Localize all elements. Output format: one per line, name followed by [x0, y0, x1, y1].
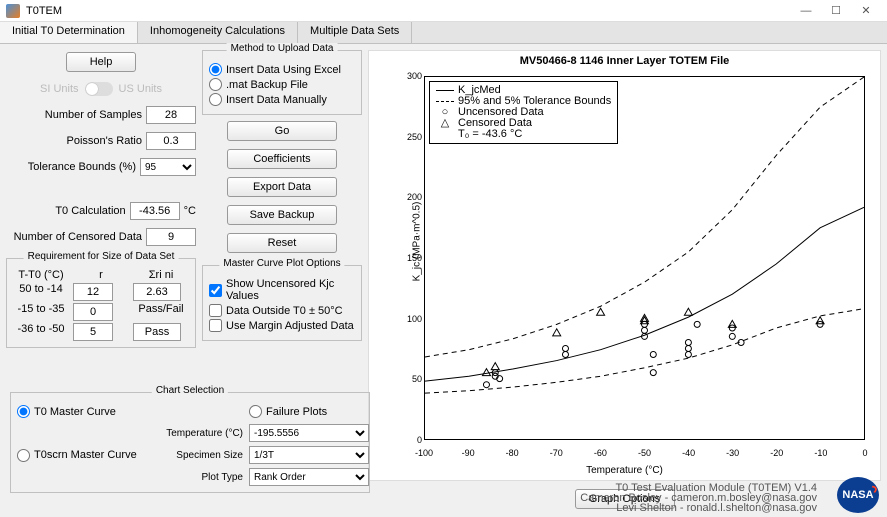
req-r1c2: Pass/Fail [133, 303, 189, 321]
mcopt-title: Master Curve Plot Options [219, 258, 344, 269]
req-r0c2[interactable] [133, 283, 181, 301]
t0-calc-label: T0 Calculation [6, 205, 126, 217]
req-r0c1[interactable] [73, 283, 113, 301]
req-r2c1[interactable] [73, 323, 113, 341]
master-curve-panel: Master Curve Plot Options Show Uncensore… [202, 265, 362, 341]
req-r2c0: -36 to -50 [13, 323, 69, 341]
poisson-input[interactable] [146, 132, 196, 150]
size-select[interactable]: 1/3T [249, 446, 369, 464]
temp-label: Temperature (°C) [163, 428, 243, 439]
footer: T0 Test Evaluation Module (T0TEM) V1.4Ca… [580, 483, 817, 513]
censored-input[interactable] [146, 228, 196, 246]
maximize-button[interactable]: ☐ [821, 4, 851, 17]
req-title: Requirement for Size of Data Set [24, 251, 179, 262]
radio-excel[interactable]: Insert Data Using Excel [209, 63, 355, 76]
censored-label: Number of Censored Data [6, 231, 142, 243]
radio-t0-master[interactable]: T0 Master Curve [17, 405, 157, 418]
upload-title: Method to Upload Data [227, 43, 338, 54]
req-r2c2[interactable] [133, 323, 181, 341]
csel-title: Chart Selection [152, 385, 228, 396]
nasa-logo: NASA [837, 477, 879, 513]
size-label: Specimen Size [163, 450, 243, 461]
minimize-button[interactable]: — [791, 5, 821, 17]
chart-selection-panel: Chart Selection T0 Master Curve Failure … [10, 392, 370, 493]
req-r1c1[interactable] [73, 303, 113, 321]
export-button[interactable]: Export Data [227, 177, 337, 197]
check-margin[interactable]: Use Margin Adjusted Data [209, 319, 355, 332]
type-label: Plot Type [163, 472, 243, 483]
radio-mat[interactable]: .mat Backup File [209, 78, 355, 91]
app-icon [6, 4, 20, 18]
chart-title: MV50466-8 1146 Inner Layer TOTEM File [369, 55, 880, 67]
check-uncensored[interactable]: Show Uncensored Kjc Values [209, 278, 355, 302]
tolerance-label: Tolerance Bounds (%) [6, 161, 136, 173]
tolerance-select[interactable]: 95 [140, 158, 196, 176]
tab-initial-t0[interactable]: Initial T0 Determination [0, 22, 138, 43]
si-units-label: SI Units [40, 83, 79, 95]
t0-unit: °C [184, 205, 196, 217]
radio-t0scrn[interactable]: T0scrn Master Curve [17, 449, 157, 462]
chart-area: MV50466-8 1146 Inner Layer TOTEM File K_… [368, 50, 881, 481]
legend: K_jcMed 95% and 5% Tolerance Bounds ○Unc… [429, 81, 618, 144]
help-button[interactable]: Help [66, 52, 136, 72]
save-backup-button[interactable]: Save Backup [227, 205, 337, 225]
type-select[interactable]: Rank Order [249, 468, 369, 486]
window-title: T0TEM [26, 5, 791, 17]
req-r1c0: -15 to -35 [13, 303, 69, 321]
tab-inhomogeneity[interactable]: Inhomogeneity Calculations [138, 22, 298, 43]
poisson-label: Poisson's Ratio [6, 135, 142, 147]
temp-select[interactable]: -195.5556 [249, 424, 369, 442]
t0-calc-input[interactable] [130, 202, 180, 220]
req-h1: r [73, 269, 129, 281]
check-outside[interactable]: Data Outside T0 ± 50°C [209, 304, 355, 317]
coefficients-button[interactable]: Coefficients [227, 149, 337, 169]
tab-multiple-data[interactable]: Multiple Data Sets [298, 22, 412, 43]
req-h0: T-T0 (°C) [13, 269, 69, 281]
num-samples-label: Number of Samples [6, 109, 142, 121]
y-axis-label: K_jc (MPa·m^0.5) [411, 201, 422, 281]
num-samples-input[interactable] [146, 106, 196, 124]
reset-button[interactable]: Reset [227, 233, 337, 253]
req-r0c0: 50 to -14 [13, 283, 69, 301]
go-button[interactable]: Go [227, 121, 337, 141]
req-h2: Σri ni [133, 269, 189, 281]
x-axis-label: Temperature (°C) [369, 465, 880, 476]
units-toggle[interactable] [85, 82, 113, 96]
radio-manual[interactable]: Insert Data Manually [209, 93, 355, 106]
requirement-panel: Requirement for Size of Data Set T-T0 (°… [6, 258, 196, 348]
close-button[interactable]: ✕ [851, 4, 881, 17]
us-units-label: US Units [119, 83, 162, 95]
upload-panel: Method to Upload Data Insert Data Using … [202, 50, 362, 115]
radio-failure[interactable]: Failure Plots [249, 405, 369, 418]
